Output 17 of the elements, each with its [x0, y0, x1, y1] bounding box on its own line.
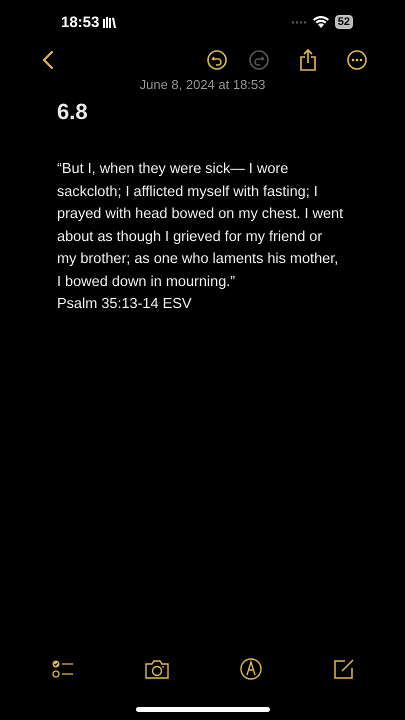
wifi-icon	[312, 16, 329, 28]
share-button[interactable]	[299, 49, 317, 71]
markup-button[interactable]	[240, 658, 262, 680]
compose-button[interactable]	[333, 658, 355, 680]
status-time: 18:53	[61, 14, 100, 30]
note-title: 6.8	[57, 99, 89, 125]
undo-button[interactable]	[207, 50, 227, 70]
note-body: “But I, when they were sick— I wore sackcloth; I afflicted myself with fasting; I prayed with head bowed on my chest. I went about as though I grieved for my friend or my brother; as one who laments his mother, I bowed down in mourning.”	[57, 160, 344, 292]
back-button[interactable]	[42, 50, 54, 70]
battery-level: 52	[334, 15, 353, 29]
more-button[interactable]	[347, 50, 367, 70]
camera-button[interactable]	[145, 659, 169, 679]
note-date: June 8, 2024 at 18:53	[138, 77, 266, 92]
books-icon	[103, 16, 116, 28]
signal-icon	[290, 20, 307, 24]
checklist-button[interactable]	[52, 660, 74, 678]
note-reference: Psalm 35:13-14 ESV	[57, 295, 193, 314]
